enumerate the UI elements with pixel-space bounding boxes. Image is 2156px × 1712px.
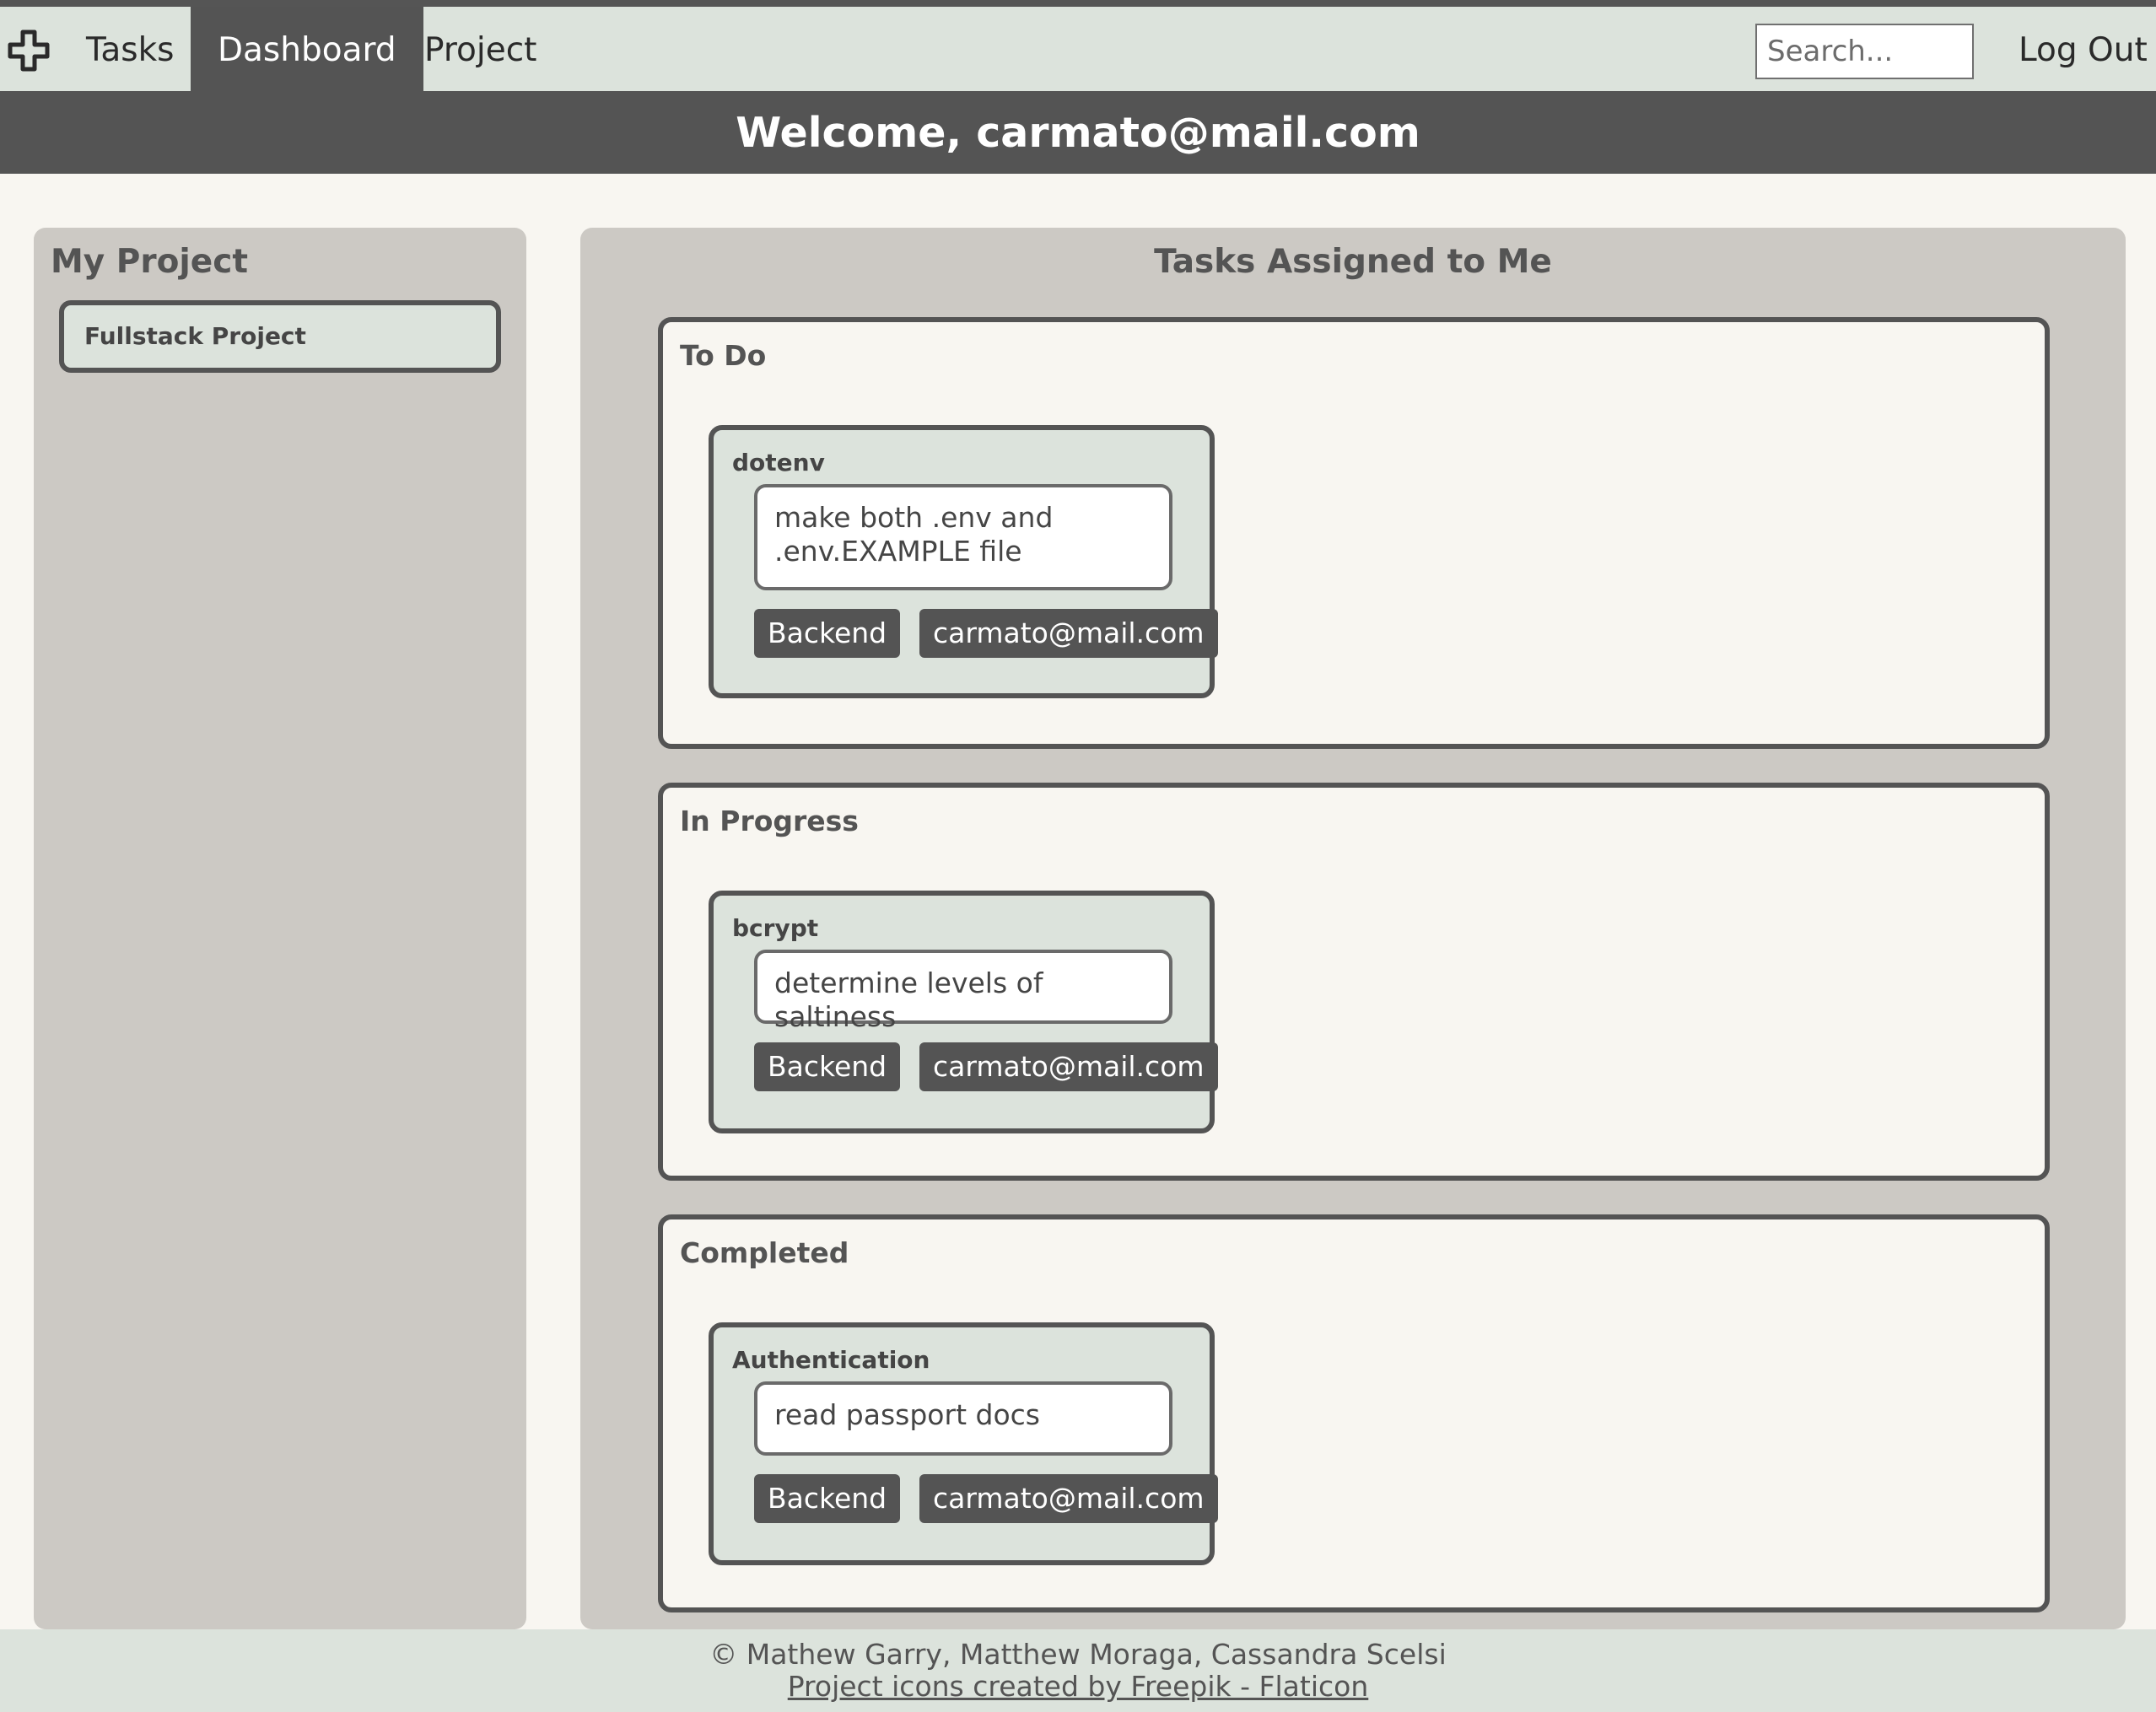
logout-button[interactable]: Log Out (2019, 7, 2148, 91)
nav-tab-dashboard[interactable]: Dashboard (191, 7, 423, 91)
task-card[interactable]: Authentication read passport docs Backen… (709, 1322, 1218, 1565)
sidebar: My Project Fullstack Project (34, 228, 526, 1629)
nav-tab-tasks[interactable]: Tasks (59, 7, 202, 91)
column-title: Completed (680, 1236, 849, 1269)
search-input[interactable] (1755, 24, 1974, 79)
task-name: dotenv (732, 449, 825, 476)
task-card[interactable]: bcrypt determine levels of saltiness Bac… (709, 891, 1218, 1133)
top-strip (0, 0, 2156, 7)
task-card[interactable]: dotenv make both .env and .env.EXAMPLE f… (709, 425, 1218, 698)
copyright-text: © Mathew Garry, Matthew Moraga, Cassandr… (709, 1638, 1447, 1671)
category-tag: Backend (754, 609, 901, 658)
assignee-tag: carmato@mail.com (919, 1042, 1218, 1091)
project-item[interactable]: Fullstack Project (59, 300, 501, 373)
task-description: read passport docs (754, 1381, 1172, 1456)
navbar: Tasks Dashboard Project Log Out (0, 7, 2156, 91)
welcome-banner: Welcome, carmato@mail.com (0, 91, 2156, 174)
column-in-progress: In Progress bcrypt determine levels of s… (658, 783, 2050, 1181)
assignee-tag: carmato@mail.com (919, 1474, 1218, 1523)
task-description: make both .env and .env.EXAMPLE file (754, 484, 1172, 590)
assignee-tag: carmato@mail.com (919, 609, 1218, 658)
tasks-panel: Tasks Assigned to Me To Do dotenv make b… (580, 228, 2126, 1629)
flaticon-credit-link[interactable]: Project icons created by Freepik - Flati… (788, 1670, 1369, 1703)
sidebar-title: My Project (51, 243, 248, 281)
nav-tab-project[interactable]: Project (397, 7, 563, 91)
credit-line: Project icons created by Freepik - Flati… (0, 1670, 2156, 1703)
column-title: In Progress (680, 805, 859, 837)
column-todo: To Do dotenv make both .env and .env.EXA… (658, 317, 2050, 749)
category-tag: Backend (754, 1474, 901, 1523)
tasks-panel-title: Tasks Assigned to Me (1154, 243, 1552, 281)
cross-icon[interactable] (7, 29, 51, 73)
task-name: bcrypt (732, 914, 819, 942)
category-tag: Backend (754, 1042, 901, 1091)
task-description: determine levels of saltiness (754, 950, 1172, 1033)
column-completed: Completed Authentication read passport d… (658, 1214, 2050, 1612)
task-name: Authentication (732, 1346, 930, 1374)
column-title: To Do (680, 339, 767, 372)
footer: © Mathew Garry, Matthew Moraga, Cassandr… (0, 1629, 2156, 1712)
